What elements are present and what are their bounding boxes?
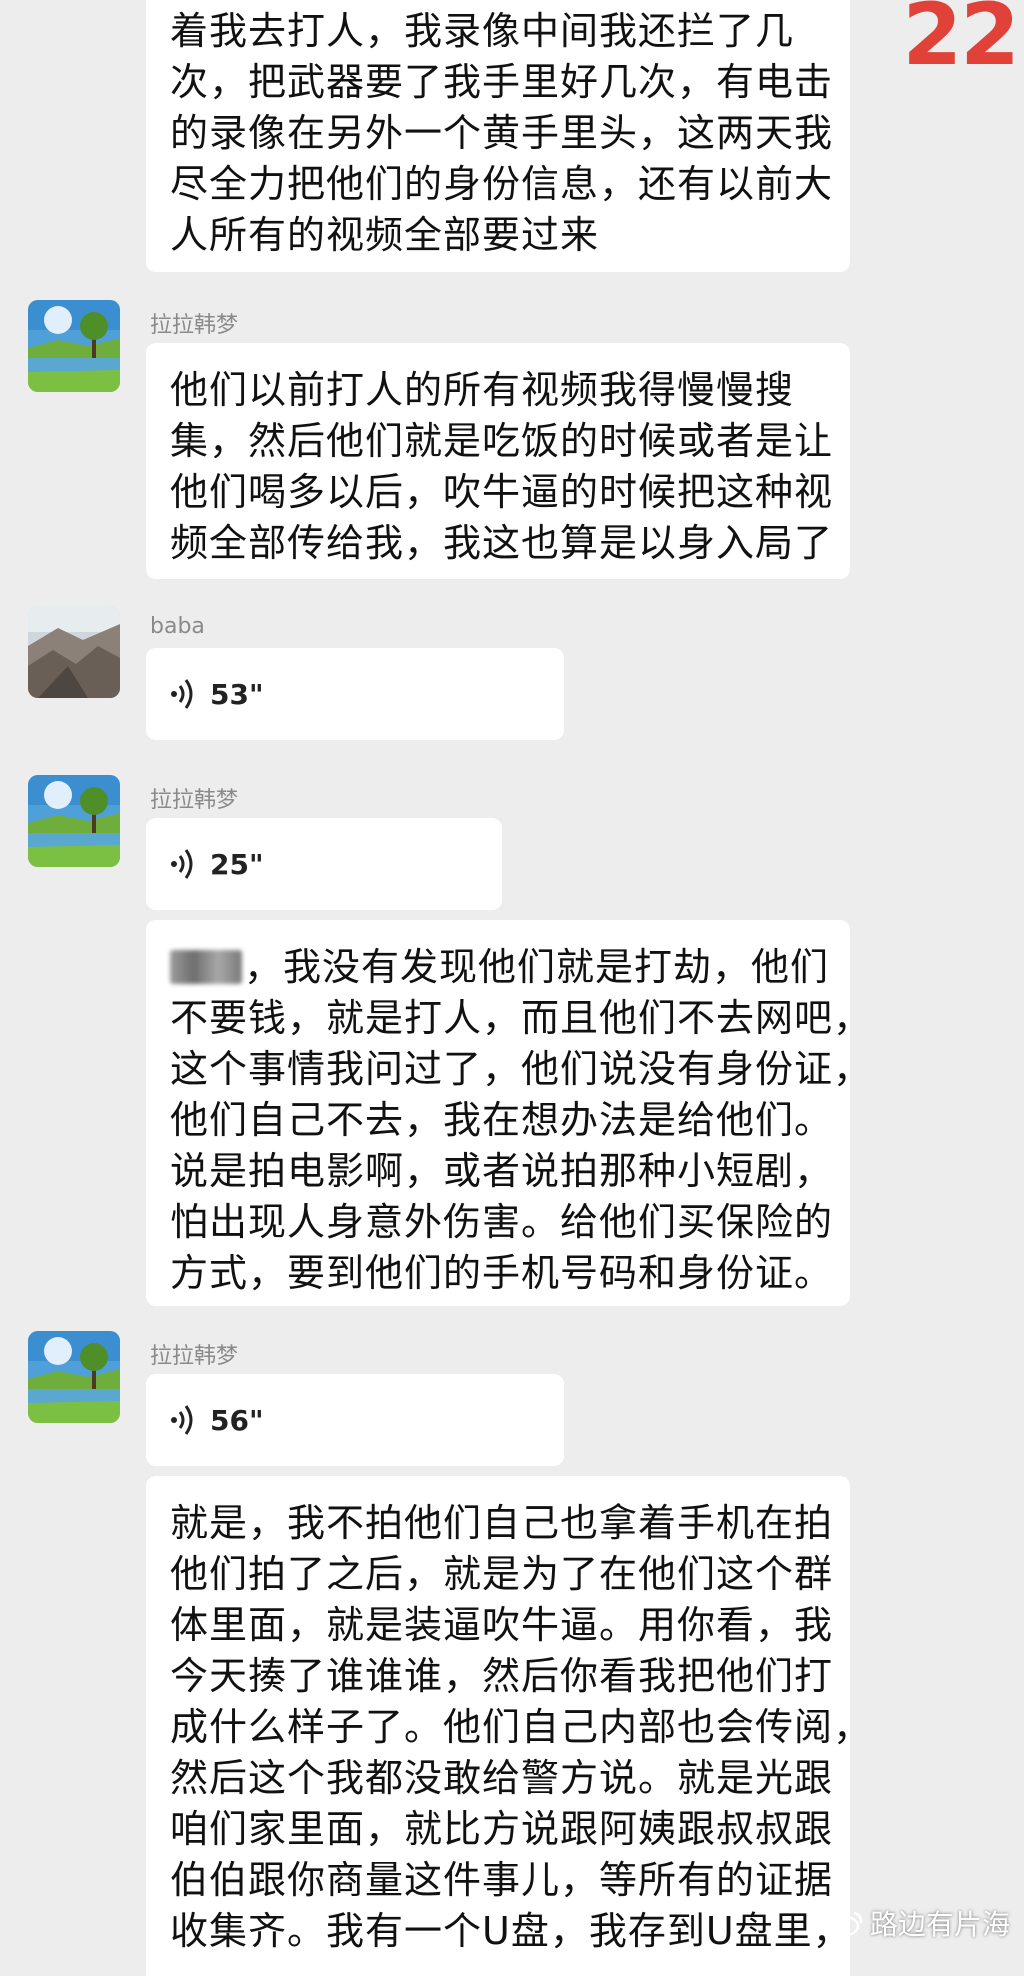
sender-name: baba <box>150 614 205 639</box>
message-line: 这个事情我问过了，他们说没有身份证， <box>170 1047 873 1091</box>
message-line: 他们拍了之后，就是为了在他们这个群 <box>170 1552 834 1596</box>
message-line: 尽全力把他们的身份信息，还有以前大 <box>170 162 834 206</box>
message-line: 不要钱，就是打人，而且他们不去网吧， <box>170 996 873 1040</box>
message-line: ，我没有发现他们就是打劫，他们 <box>170 942 828 993</box>
message-line: 次，把武器要了我手里好几次，有电击 <box>170 60 834 104</box>
message-line: 人所有的视频全部要过来 <box>170 213 600 257</box>
message-line: 就是，我不拍他们自己也拿着手机在拍 <box>170 1501 834 1545</box>
message-line: 今天揍了谁谁谁，然后你看我把他们打 <box>170 1654 834 1698</box>
redacted-name <box>170 950 242 984</box>
voice-duration: 56" <box>210 1403 264 1437</box>
landscape-avatar-icon <box>28 300 120 392</box>
message-bubble-3[interactable]: ，我没有发现他们就是打劫，他们 不要钱，就是打人，而且他们不去网吧， 这个事情我… <box>146 920 873 1306</box>
watermark-text: 路边有片海 <box>869 1908 1010 1941</box>
message-line: 咱们家里面，就比方说跟阿姨跟叔叔跟 <box>170 1807 834 1851</box>
sender-name: 拉拉韩梦 <box>150 313 239 338</box>
avatar-lala[interactable] <box>28 775 120 867</box>
voice-message-3[interactable]: 56" <box>146 1374 564 1466</box>
message-line: 他们以前打人的所有视频我得慢慢搜 <box>170 368 795 412</box>
watermark: 路边有片海 <box>830 1903 1010 1943</box>
message-line: 着我去打人，我录像中间我还拦了几 <box>170 9 795 53</box>
avatar-lala[interactable] <box>28 1331 120 1423</box>
voice-wave-icon <box>171 679 193 709</box>
avatar-lala[interactable] <box>28 300 120 392</box>
message-line: 方式，要到他们的手机号码和身份证。 <box>170 1251 834 1295</box>
message-line: 频全部传给我，我这也算是以身入局了 <box>170 521 834 565</box>
voice-duration: 53" <box>210 677 264 711</box>
message-line: 他们自己不去，我在想办法是给他们。 <box>170 1098 834 1142</box>
message-bubble-2[interactable]: 他们以前打人的所有视频我得慢慢搜 集，然后他们就是吃饭的时候或者是让 他们喝多以… <box>146 343 850 579</box>
message-line: 伯伯跟你商量这件事儿，等所有的证据 <box>170 1858 834 1902</box>
voice-message-1[interactable]: 53" <box>146 648 564 740</box>
message-line: 他们喝多以后，吹牛逼的时候把这种视 <box>170 470 834 514</box>
landscape-avatar-icon <box>28 775 120 867</box>
message-line: 成什么样子了。他们自己内部也会传阅， <box>170 1705 873 1749</box>
message-line: 体里面，就是装逼吹牛逼。用你看，我 <box>170 1603 834 1647</box>
landscape-avatar-icon <box>28 1331 120 1423</box>
sender-name: 拉拉韩梦 <box>150 788 239 813</box>
weibo-logo-icon <box>830 1911 863 1937</box>
message-line: 的录像在另外一个黄手里头，这两天我 <box>170 111 834 155</box>
message-bubble-1[interactable]: 着我去打人，我录像中间我还拦了几 次，把武器要了我手里好几次，有电击 的录像在另… <box>146 0 850 272</box>
voice-wave-icon <box>171 1405 193 1435</box>
sender-name: 拉拉韩梦 <box>150 1344 239 1369</box>
message-line: 集，然后他们就是吃饭的时候或者是让 <box>170 419 834 463</box>
voice-message-2[interactable]: 25" <box>146 818 502 910</box>
message-bubble-4[interactable]: 就是，我不拍他们自己也拿着手机在拍 他们拍了之后，就是为了在他们这个群 体里面，… <box>146 1476 873 1976</box>
voice-duration: 25" <box>210 847 264 881</box>
mountain-avatar-icon <box>28 606 120 698</box>
message-line: 说是拍电影啊，或者说拍那种小短剧， <box>170 1149 834 1193</box>
page-number: 22 <box>902 0 1020 85</box>
message-line: 怕出现人身意外伤害。给他们买保险的 <box>170 1200 834 1244</box>
message-line-text: ，我没有发现他们就是打劫，他们 <box>244 945 830 989</box>
message-line: 然后这个我都没敢给警方说。就是光跟 <box>170 1756 834 1800</box>
avatar-baba[interactable] <box>28 606 120 698</box>
voice-wave-icon <box>171 849 193 879</box>
message-line: 收集齐。我有一个U盘，我存到U盘里， <box>170 1909 852 1953</box>
